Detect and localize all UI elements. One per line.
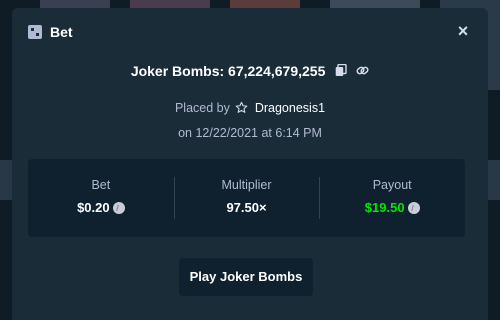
stat-label: Bet [91,178,111,192]
close-button[interactable]: × [454,22,472,40]
modal-header: Bet × [12,8,488,56]
stat-payout: Payout $19.50 [319,159,465,237]
multiplier-value: 97.50× [226,200,267,215]
payout-amount: $19.50 [364,200,405,215]
bet-amount: $0.20 [77,200,110,215]
bet-modal: Bet × Joker Bombs: 67,224,679,255 Placed… [12,8,488,320]
star-icon [235,101,248,117]
coin-icon [112,202,125,214]
copy-icon[interactable] [335,64,347,80]
bet-stats-panel: Bet $0.20 Multiplier 97.50× Payout $19.5… [28,159,465,237]
stat-label: Multiplier [221,178,272,192]
bet-slip-icon [28,25,42,39]
bet-id-row: Joker Bombs: 67,224,679,255 [12,63,488,80]
stat-multiplier: Multiplier 97.50× [173,159,320,237]
stat-value: 97.50× [174,200,320,215]
modal-title: Bet [50,24,73,40]
username-link[interactable]: Dragonesis1 [255,101,325,115]
stat-value: $0.20 [28,200,174,215]
stat-bet: Bet $0.20 [28,159,174,237]
coin-icon [407,202,420,214]
background-side-card [488,160,500,200]
placed-on-date: on 12/22/2021 at 6:14 PM [178,126,322,140]
stat-label: Payout [372,178,412,192]
link-icon[interactable] [356,64,369,80]
background-side-card [0,160,12,200]
bet-id-text: Joker Bombs: 67,224,679,255 [130,63,326,79]
placed-by-line: Placed by Dragonesis1 [12,101,488,117]
play-game-button[interactable]: Play Joker Bombs [179,258,313,296]
stat-value: $19.50 [319,200,465,215]
placed-by-prefix: Placed by [174,101,230,115]
